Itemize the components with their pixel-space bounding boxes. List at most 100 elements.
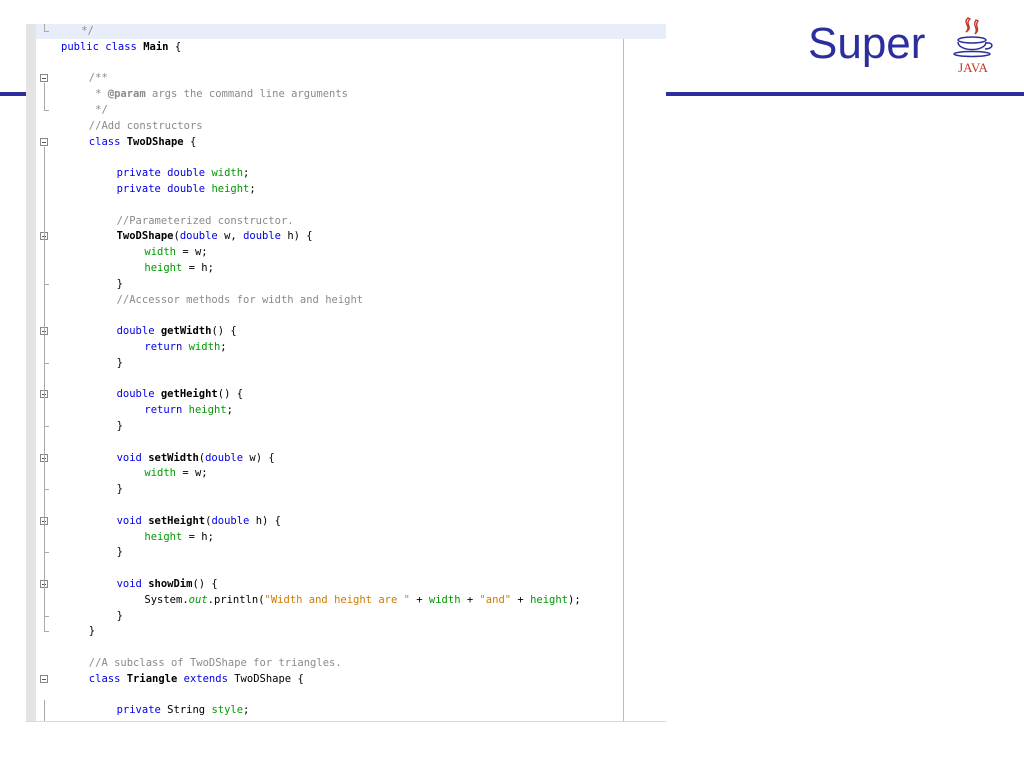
code-line[interactable]: } bbox=[26, 276, 666, 292]
code-line[interactable]: double getWidth() { bbox=[26, 323, 666, 339]
code-token: return bbox=[144, 341, 189, 353]
code-text: height = h; bbox=[144, 260, 214, 276]
code-text: private String style; bbox=[117, 702, 250, 718]
code-text: void setHeight(double h) { bbox=[117, 513, 281, 529]
code-line[interactable]: return height; bbox=[26, 402, 666, 418]
code-line[interactable]: //Add constructors bbox=[26, 118, 666, 134]
code-line[interactable] bbox=[26, 639, 666, 655]
code-line[interactable]: public class Main { bbox=[26, 39, 666, 55]
code-token: //Add constructors bbox=[88, 119, 203, 132]
code-line[interactable]: //A subclass of TwoDShape for triangles. bbox=[26, 655, 666, 671]
code-line[interactable]: width = w; bbox=[26, 465, 666, 481]
code-token: + bbox=[511, 593, 531, 606]
code-line[interactable]: } bbox=[26, 623, 666, 639]
code-token: TwoDShape bbox=[116, 230, 174, 243]
code-text: */ bbox=[89, 102, 108, 118]
code-token: ; bbox=[249, 183, 256, 195]
code-line[interactable]: void setHeight(double h) { bbox=[26, 513, 666, 529]
code-token: class bbox=[88, 672, 127, 685]
fold-toggle-icon[interactable] bbox=[40, 74, 48, 83]
code-text: return width; bbox=[144, 339, 226, 355]
code-token: h) { bbox=[281, 230, 313, 243]
fold-toggle-icon[interactable] bbox=[40, 674, 48, 683]
code-line[interactable]: width = w; bbox=[26, 244, 666, 260]
code-line[interactable] bbox=[26, 497, 666, 513]
code-text: //A subclass of TwoDShape for triangles. bbox=[89, 655, 342, 671]
code-token: setHeight bbox=[148, 514, 206, 527]
code-line[interactable]: /** bbox=[26, 70, 666, 86]
code-token: } bbox=[116, 546, 123, 559]
code-line[interactable]: //Parameterized constructor. bbox=[26, 213, 666, 229]
code-token: private bbox=[116, 704, 168, 717]
code-line[interactable]: return width; bbox=[26, 339, 666, 355]
code-line[interactable]: } bbox=[26, 481, 666, 497]
code-line[interactable]: private double height; bbox=[26, 181, 666, 197]
fold-guide bbox=[44, 146, 45, 633]
code-token: + bbox=[409, 593, 429, 606]
code-text: double getWidth() { bbox=[117, 323, 237, 339]
code-text: //Accessor methods for width and height bbox=[117, 292, 364, 308]
code-token: showDim bbox=[148, 578, 193, 590]
code-line[interactable]: height = h; bbox=[26, 529, 666, 545]
code-text: } bbox=[117, 608, 123, 624]
code-line[interactable]: //Accessor methods for width and height bbox=[26, 292, 666, 308]
code-token: double bbox=[243, 230, 281, 243]
code-line[interactable]: */ bbox=[36, 24, 666, 39]
code-token: class bbox=[105, 40, 144, 53]
code-text: void setWidth(double w) { bbox=[117, 450, 275, 466]
code-line[interactable]: TwoDShape(double w, double h) { bbox=[26, 228, 666, 244]
code-line[interactable]: void showDim() { bbox=[26, 576, 666, 592]
code-line[interactable]: void setWidth(double w) { bbox=[26, 450, 666, 466]
code-line[interactable]: class Triangle extends TwoDShape { bbox=[26, 671, 666, 687]
code-token: double bbox=[116, 325, 161, 338]
code-line[interactable]: System.out.println("Width and height are… bbox=[26, 592, 666, 608]
code-text: width = w; bbox=[144, 465, 207, 481]
code-token: w) { bbox=[243, 451, 275, 464]
code-line[interactable] bbox=[26, 687, 666, 703]
code-line[interactable]: private String style; bbox=[26, 702, 666, 718]
code-token: args the command line arguments bbox=[145, 88, 348, 101]
code-line[interactable]: } bbox=[26, 608, 666, 624]
code-line[interactable] bbox=[26, 149, 666, 165]
code-line[interactable]: */ bbox=[26, 102, 666, 118]
code-text: * @param args the command line arguments bbox=[89, 86, 348, 102]
code-token: Triangle bbox=[126, 672, 178, 685]
code-line[interactable] bbox=[26, 55, 666, 71]
code-text: //Add constructors bbox=[89, 118, 203, 134]
code-line[interactable]: private double width; bbox=[26, 165, 666, 181]
code-token: double bbox=[205, 451, 244, 464]
code-line[interactable]: } bbox=[26, 544, 666, 560]
code-text: height = h; bbox=[144, 529, 214, 545]
code-line[interactable] bbox=[26, 307, 666, 323]
code-line[interactable]: } bbox=[26, 418, 666, 434]
code-token: double bbox=[179, 230, 218, 243]
code-editor[interactable]: */ public class Main {/** * @param args t… bbox=[26, 24, 666, 722]
code-token: out bbox=[188, 593, 208, 606]
code-text: /** bbox=[89, 70, 108, 86]
code-line[interactable]: } bbox=[26, 355, 666, 371]
code-token: Main bbox=[143, 40, 169, 53]
code-token: ; bbox=[226, 404, 233, 417]
fold-guide bbox=[44, 589, 45, 617]
code-line[interactable] bbox=[26, 434, 666, 450]
code-line[interactable]: class TwoDShape { bbox=[26, 134, 666, 150]
fold-guide bbox=[44, 241, 45, 285]
code-token: "and" bbox=[479, 593, 512, 606]
code-line[interactable] bbox=[26, 197, 666, 213]
code-token: ; bbox=[243, 167, 250, 180]
code-line[interactable] bbox=[26, 560, 666, 576]
code-token: .println( bbox=[207, 593, 265, 606]
code-line[interactable]: * @param args the command line arguments bbox=[26, 86, 666, 102]
fold-guide bbox=[44, 336, 45, 364]
code-line[interactable]: double getHeight() { bbox=[26, 386, 666, 402]
code-token: } bbox=[116, 420, 123, 432]
code-text: } bbox=[89, 623, 95, 639]
fold-guide bbox=[44, 462, 45, 491]
code-token: double bbox=[211, 514, 250, 527]
code-line[interactable]: height = h; bbox=[26, 260, 666, 276]
fold-toggle-icon[interactable] bbox=[40, 137, 48, 146]
code-token: height bbox=[211, 183, 250, 195]
code-token: getWidth bbox=[160, 325, 212, 338]
code-token: { bbox=[183, 135, 197, 148]
code-line[interactable] bbox=[26, 371, 666, 387]
